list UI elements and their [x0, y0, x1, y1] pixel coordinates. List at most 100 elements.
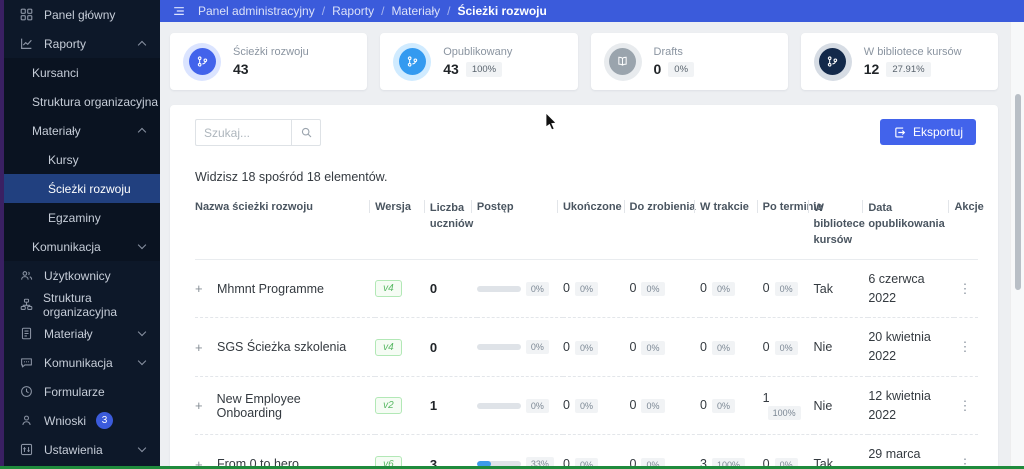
person-icon [20, 414, 34, 428]
row-actions-kebab-icon[interactable]: ⋮ [954, 281, 975, 296]
sidebar-item-panel-glowny[interactable]: Panel główny [4, 0, 160, 29]
overdue-percent-chip: 100% [768, 406, 801, 420]
column-header-progress: Postęp [477, 197, 563, 259]
column-header-version: Wersja [375, 197, 430, 259]
path-name[interactable]: New Employee Onboarding [217, 392, 367, 420]
scrollbar-thumb[interactable] [1015, 94, 1021, 290]
export-icon [893, 126, 906, 139]
clock-icon [20, 385, 34, 399]
path-icon [819, 48, 846, 75]
sidebar-item-sciezki-rozwoju[interactable]: Ścieżki rozwoju [4, 174, 160, 203]
in-library-value: Tak [814, 435, 869, 469]
sidebar-item-ustawienia[interactable]: Ustawienia [4, 435, 160, 464]
paths-table: Nazwa ścieżki rozwoju Wersja Liczba uczn… [195, 197, 978, 469]
sidebar-item-wnioski[interactable]: Wnioski 3 [4, 406, 160, 435]
sidebar-item-label: Struktura organizacyjna [32, 95, 158, 109]
students-count: 1 [430, 398, 437, 413]
progress-bar [477, 344, 521, 350]
sidebar-item-label: Materiały [32, 124, 81, 138]
progress-bar [477, 403, 521, 409]
version-badge: v2 [375, 397, 402, 414]
breadcrumb-separator: / [381, 4, 384, 18]
breadcrumb-separator: / [447, 4, 450, 18]
users-icon [20, 269, 34, 283]
stat-percent-badge: 0% [668, 62, 694, 77]
breadcrumb-item[interactable]: Panel administracyjny [198, 4, 315, 18]
inprogress-percent-chip: 0% [712, 399, 735, 413]
stat-value: 12 [864, 61, 880, 77]
stat-label: Opublikowany [443, 46, 512, 58]
expand-row-icon[interactable]: + [195, 340, 217, 355]
sidebar-item-egzaminy[interactable]: Egzaminy [4, 203, 160, 232]
search-input[interactable] [195, 119, 291, 146]
students-count: 0 [430, 281, 437, 296]
todo-percent-chip: 0% [641, 282, 664, 296]
sidebar-item-kursy[interactable]: Kursy [4, 145, 160, 174]
stat-value: 0 [654, 61, 662, 77]
sidebar-item-materialy-2[interactable]: Materiały [4, 319, 160, 348]
expand-row-icon[interactable]: + [195, 398, 217, 413]
column-header-actions: Akcje [954, 197, 978, 259]
expand-row-icon[interactable]: + [195, 281, 217, 296]
sidebar-item-materialy[interactable]: Materiały [4, 116, 160, 145]
sidebar-item-label: Ustawienia [44, 443, 103, 457]
inprogress-count: 0 [700, 340, 707, 354]
overdue-percent-chip: 0% [775, 341, 798, 355]
path-name[interactable]: Mhmnt Programme [217, 282, 324, 296]
row-actions-kebab-icon[interactable]: ⋮ [954, 398, 975, 413]
stat-card-drafts: Drafts 00% [591, 33, 788, 90]
completed-count: 0 [563, 398, 570, 412]
inprogress-count: 0 [700, 398, 707, 412]
sidebar-item-formularze[interactable]: Formularze [4, 377, 160, 406]
overdue-percent-chip: 0% [775, 282, 798, 296]
stat-value: 43 [233, 61, 249, 77]
path-icon [399, 48, 426, 75]
path-name[interactable]: SGS Ścieżka szkolenia [217, 340, 346, 354]
todo-count: 0 [630, 398, 637, 412]
progress-percent-chip: 0% [526, 340, 549, 354]
in-library-value: Tak [814, 259, 869, 318]
sidebar-item-struktura-organizacyjna[interactable]: Struktura organizacyjna [4, 87, 160, 116]
breadcrumb-item[interactable]: Raporty [332, 4, 374, 18]
sidebar-item-label: Użytkownicy [44, 269, 111, 283]
inprogress-percent-chip: 0% [712, 341, 735, 355]
inprogress-percent-chip: 0% [712, 282, 735, 296]
column-header-published: Data opublikowania [868, 197, 954, 259]
in-library-value: Nie [814, 376, 869, 435]
published-date: 20 kwietnia 2022 [868, 318, 954, 377]
overdue-count: 0 [763, 281, 770, 295]
table-row: + From 0 to hero v6 3 33% 00% 00% 3100% … [195, 435, 978, 469]
version-badge: v4 [375, 339, 402, 356]
row-actions-kebab-icon[interactable]: ⋮ [954, 339, 975, 354]
sidebar-item-label: Materiały [44, 327, 93, 341]
export-button[interactable]: Eksportuj [880, 119, 976, 145]
table-row: + SGS Ścieżka szkolenia v4 0 0% 00% 00% … [195, 318, 978, 377]
completed-count: 0 [563, 340, 570, 354]
students-count: 0 [430, 340, 437, 355]
sidebar-item-struktura-organizacyjna-2[interactable]: Struktura organizacyjna [4, 290, 160, 319]
scrollbar-track[interactable] [1010, 22, 1024, 469]
stat-card-in-library: W bibliotece kursów 1227.91% [801, 33, 998, 90]
inprogress-count: 0 [700, 281, 707, 295]
book-icon [609, 48, 636, 75]
search-box [195, 119, 321, 146]
chevron-down-icon [138, 444, 146, 452]
sidebar-item-uzytkownicy[interactable]: Użytkownicy [4, 261, 160, 290]
search-button[interactable] [291, 119, 321, 146]
sidebar-item-kursanci[interactable]: Kursanci [4, 58, 160, 87]
chat-icon [20, 356, 34, 370]
settings-icon [20, 443, 34, 457]
hierarchy-icon [20, 298, 33, 312]
overdue-count: 1 [763, 391, 770, 405]
todo-percent-chip: 0% [641, 399, 664, 413]
chevron-down-icon [138, 328, 146, 336]
menu-icon[interactable] [172, 4, 187, 18]
sidebar-item-raporty[interactable]: Raporty [4, 29, 160, 58]
sidebar-item-komunikacja[interactable]: Komunikacja [4, 232, 160, 261]
breadcrumb-item[interactable]: Materiały [391, 4, 440, 18]
sidebar-item-label: Kursy [48, 153, 79, 167]
admin-app: Panel główny Raporty Kursanci Struktura … [0, 0, 1024, 469]
stat-percent-badge: 27.91% [886, 62, 930, 77]
sidebar-item-komunikacja-2[interactable]: Komunikacja [4, 348, 160, 377]
stat-card-published: Opublikowany 43100% [380, 33, 577, 90]
